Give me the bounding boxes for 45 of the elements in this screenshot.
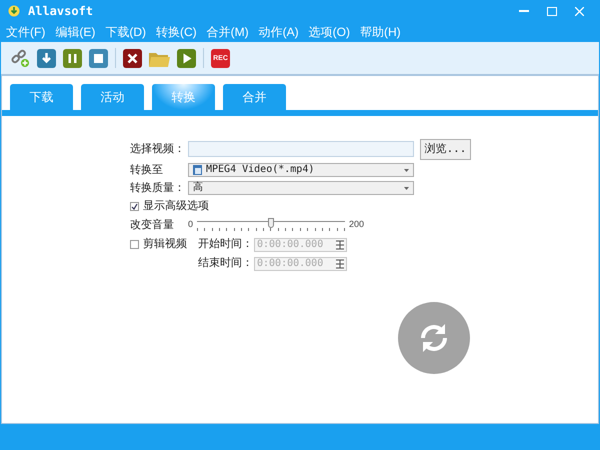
slider-max: 200 [349, 218, 364, 232]
tab[interactable]: 活动 [81, 84, 144, 110]
menu-item[interactable]: 编辑(E) [55, 23, 96, 41]
checkbox[interactable] [130, 202, 139, 210]
link-add-icon[interactable] [10, 48, 30, 68]
menu-item[interactable]: 帮助(H) [360, 23, 401, 41]
checkbox-label: 剪辑视频 [143, 236, 187, 252]
field-label: 选择视频： [130, 142, 186, 157]
menu-item[interactable]: 动作(A) [258, 23, 299, 41]
menu-item[interactable]: 转换(C) [156, 23, 197, 41]
slider-min: 0 [188, 218, 194, 232]
field-label: 转换至 [130, 162, 164, 178]
video-path-field[interactable] [188, 141, 414, 157]
window-title: Allavsoft [28, 3, 94, 20]
menu-item[interactable]: 合并(M) [206, 23, 249, 41]
play-icon[interactable] [177, 48, 196, 68]
tab[interactable]: 转换 [152, 84, 215, 110]
format-dropdown[interactable]: MPEG4 Video(*.mp4) [188, 163, 414, 177]
app-logo-icon [8, 5, 20, 17]
tab[interactable]: 下载 [10, 84, 73, 110]
browse-button[interactable]: 浏览... [420, 138, 471, 160]
checkbox-label: 显示高级选项 [143, 198, 209, 214]
close-icon[interactable] [575, 6, 584, 16]
format-dropdown[interactable]: 高 [188, 181, 414, 195]
download-icon[interactable] [37, 48, 56, 68]
field-label: 转换质量： [130, 180, 186, 196]
field-label: 开始时间： [198, 237, 254, 252]
dropdown-value: 高 [193, 183, 204, 193]
checkbox[interactable] [130, 240, 139, 249]
tab[interactable]: 合并 [223, 84, 286, 110]
field-label: 改变音量 [130, 218, 175, 233]
field-label: 结束时间： [198, 256, 254, 272]
dropdown-arrow-icon [404, 186, 409, 190]
menu-item[interactable]: 选项(O) [308, 23, 350, 41]
menu-item[interactable]: 下载(D) [105, 23, 146, 41]
slider-thumb[interactable] [268, 218, 274, 228]
dropdown-value: MPEG4 Video(*.mp4) [206, 165, 316, 175]
stop-icon[interactable] [89, 48, 108, 68]
video-file-icon [193, 165, 202, 175]
volume-slider[interactable] [197, 218, 346, 232]
maximize-icon[interactable] [547, 6, 557, 16]
menu-item[interactable]: 文件(F) [6, 23, 46, 41]
pause-icon[interactable] [63, 48, 82, 68]
dropdown-arrow-icon [404, 168, 409, 172]
delete-icon[interactable] [123, 48, 142, 68]
